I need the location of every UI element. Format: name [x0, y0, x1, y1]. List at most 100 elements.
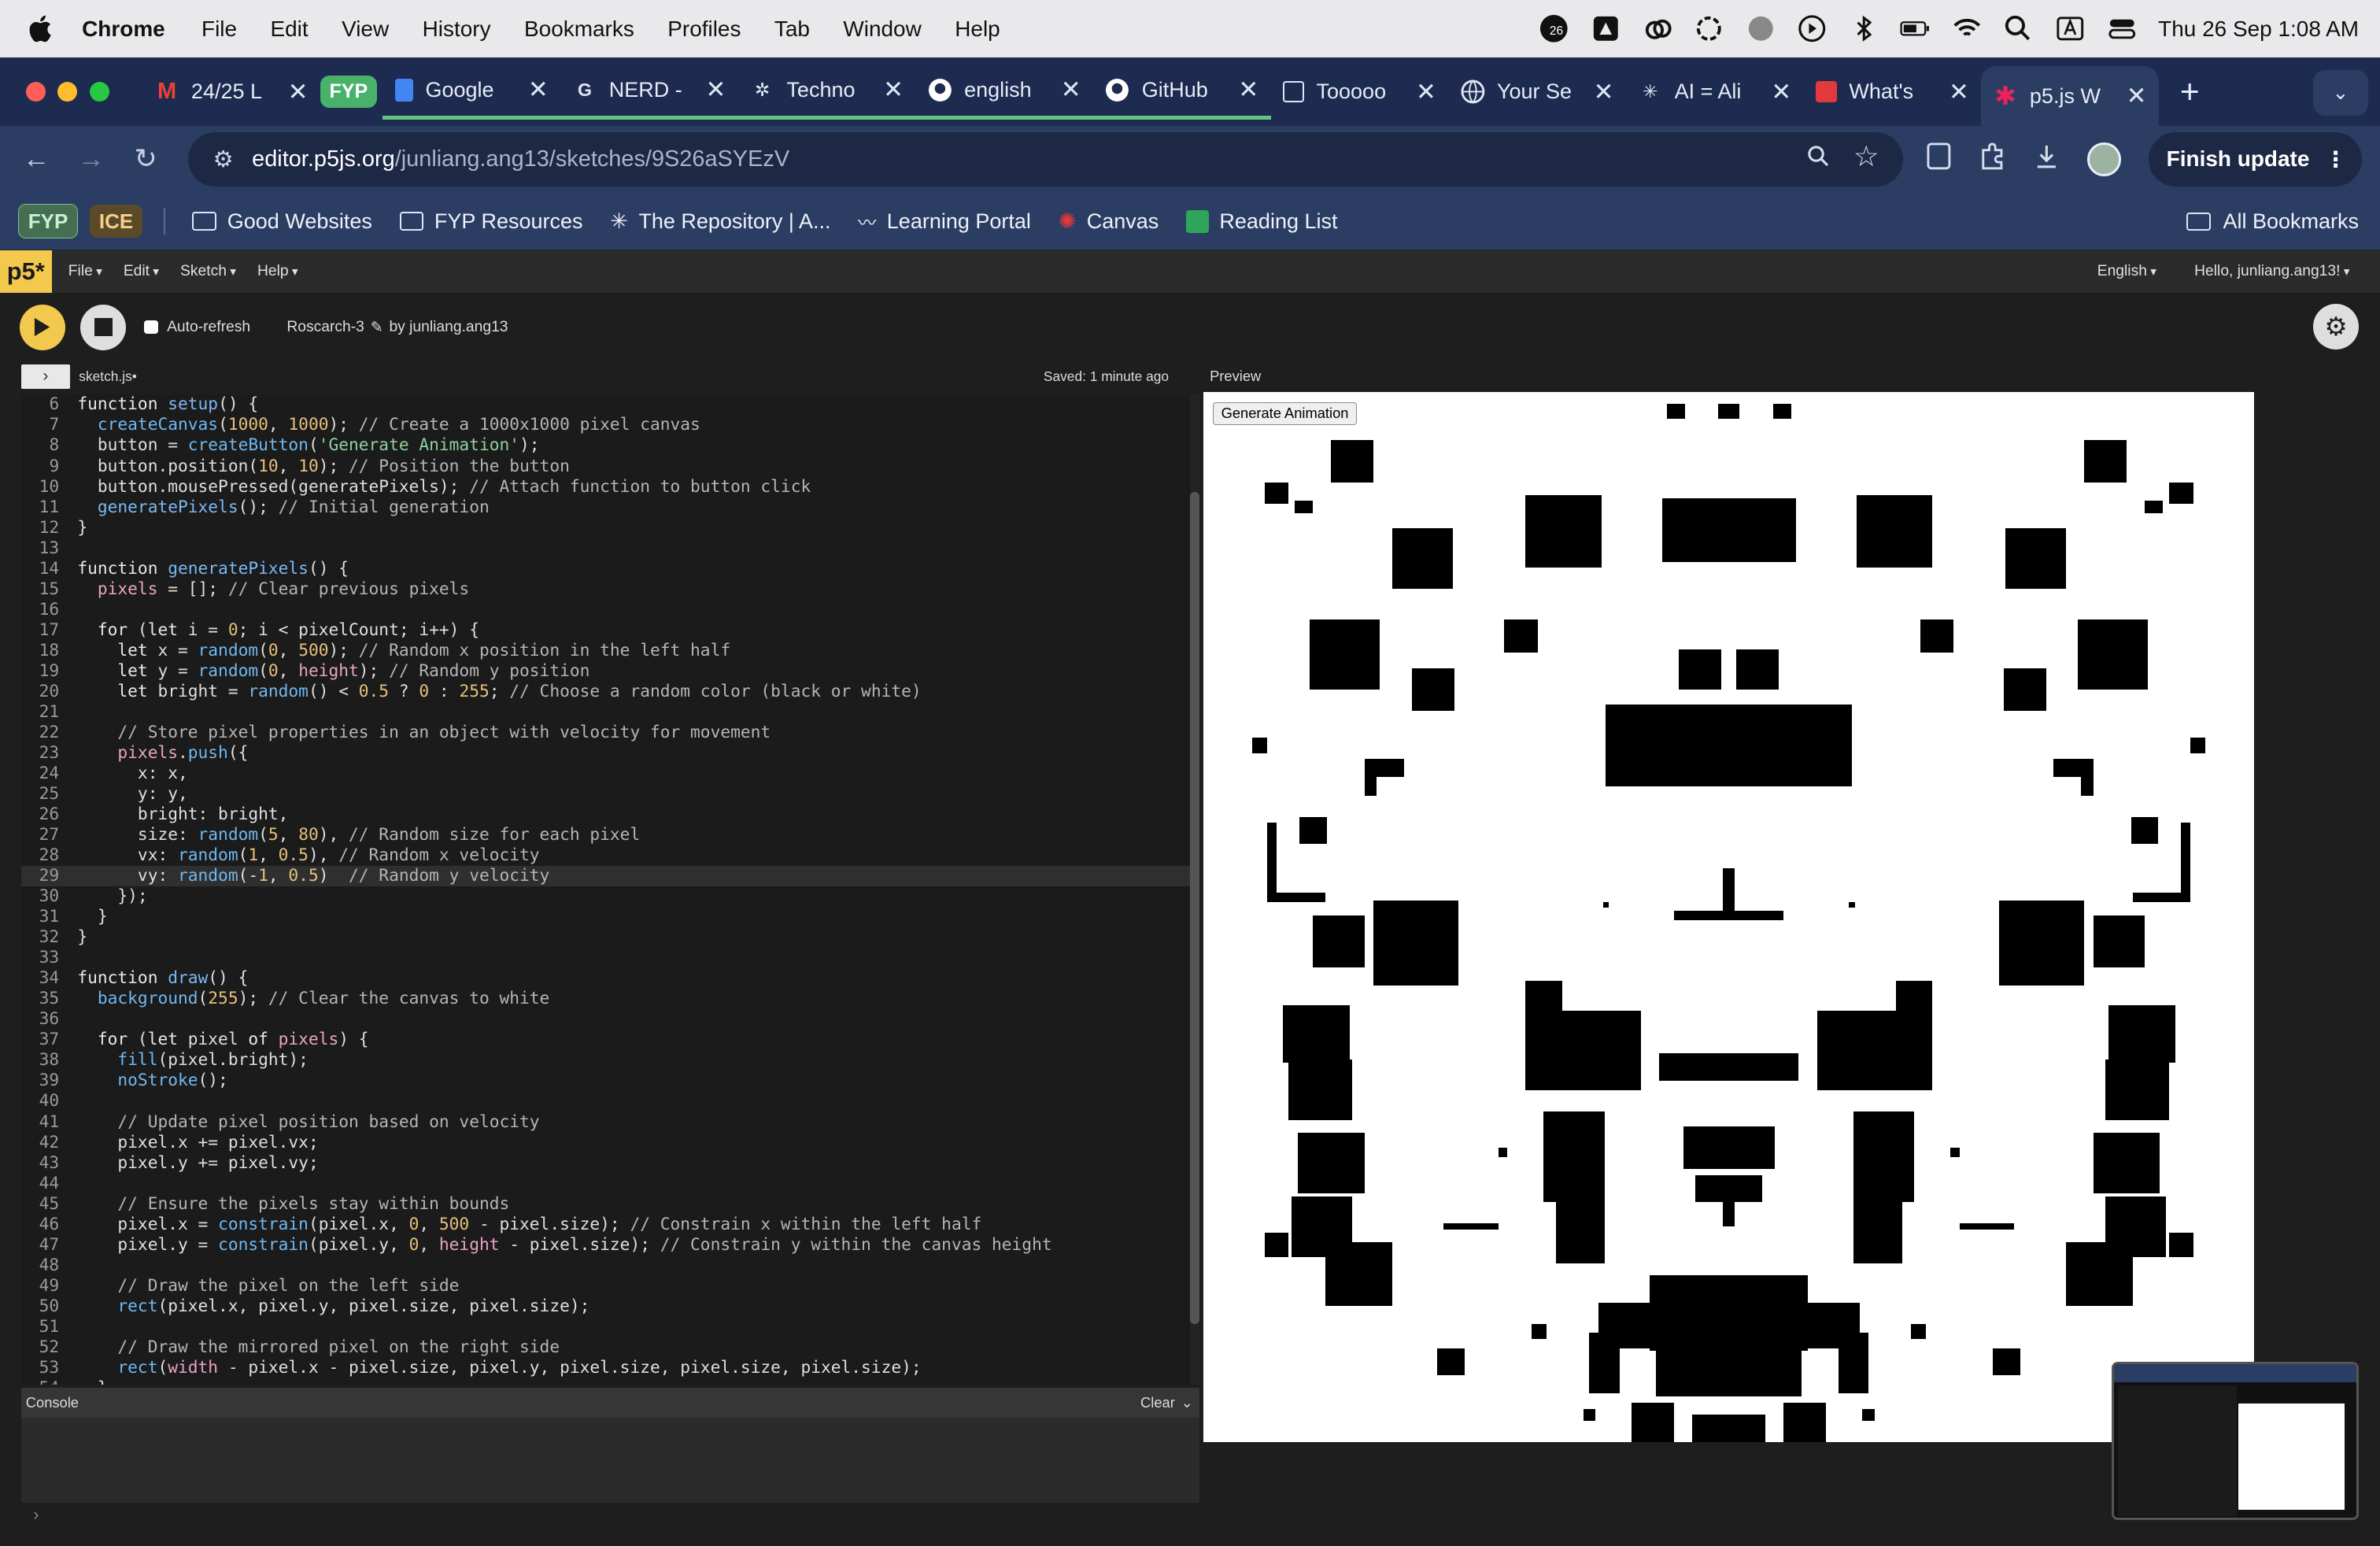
bookmark-repository[interactable]: ✳ The Repository | A... [610, 209, 830, 234]
settings-button[interactable]: ⚙ [2313, 303, 2360, 350]
preview-canvas[interactable]: Generate Animation [1203, 391, 2254, 1443]
code-line[interactable]: 14 function generatePixels() { [21, 559, 1199, 579]
reading-mode-icon[interactable] [1927, 142, 1951, 176]
code-line[interactable]: 12} [21, 518, 1199, 538]
code-line[interactable]: 38 fill(pixel.bright); [21, 1050, 1199, 1071]
play-circle-icon[interactable] [1797, 13, 1828, 44]
profile-avatar[interactable] [2087, 142, 2121, 176]
code-line[interactable]: 52 // Draw the mirrored pixel on the rig… [21, 1337, 1199, 1358]
code-line[interactable]: 11 generatePixels(); // Initial generati… [21, 497, 1199, 518]
reload-icon[interactable]: ↻ [118, 143, 172, 175]
screenshot-thumbnail[interactable] [2111, 1361, 2360, 1520]
new-tab-button[interactable]: + [2180, 73, 2200, 111]
search-icon[interactable] [2003, 13, 2034, 44]
globe-icon[interactable] [1746, 13, 1776, 44]
menu-help[interactable]: Help [955, 17, 1000, 42]
bookmark-group-fyp[interactable]: FYP [18, 203, 78, 239]
edit-name-icon[interactable]: ✎ [371, 318, 383, 337]
tab-search-button[interactable]: ⌄ [2313, 69, 2368, 116]
p5-menu-edit[interactable]: Edit [124, 263, 159, 280]
code-line[interactable]: 36 [21, 1009, 1199, 1030]
code-line[interactable]: 35 background(255); // Clear the canvas … [21, 989, 1199, 1009]
menu-file[interactable]: File [201, 17, 237, 42]
apple-icon[interactable] [28, 13, 55, 44]
code-editor[interactable]: 6 function setup() {7 createCanvas(1000, … [21, 394, 1199, 1385]
close-tab-icon[interactable]: ✕ [528, 76, 549, 104]
code-line[interactable]: 47 pixel.y = constrain(pixel.y, 0, heigh… [21, 1235, 1199, 1256]
finish-update-button[interactable]: Finish update ⋮ [2148, 131, 2362, 187]
p5-menu-file[interactable]: File [68, 263, 102, 280]
tab-tooooo[interactable]: Tooooo ✕ [1271, 66, 1449, 118]
console-clear-button[interactable]: Clear ⌄ [1140, 1394, 1193, 1411]
expand-sidebar-button[interactable]: › [21, 364, 70, 389]
code-line[interactable]: 45 // Ensure the pixels stay within boun… [21, 1194, 1199, 1215]
code-line[interactable]: 19 let y = random(0, height); // Random … [21, 661, 1199, 682]
code-line[interactable]: 54 } [21, 1378, 1199, 1385]
openai-icon[interactable] [1694, 13, 1724, 44]
minimize-window-button[interactable] [57, 82, 78, 102]
cloud-icon[interactable] [1643, 13, 1673, 44]
code-line[interactable]: 28 vx: random(1, 0.5), // Random x veloc… [21, 845, 1199, 866]
console-header[interactable]: Console Clear ⌄ [21, 1387, 1199, 1418]
code-line[interactable]: 7 createCanvas(1000, 1000); // Create a … [21, 415, 1199, 435]
code-line[interactable]: 24 x: x, [21, 764, 1199, 784]
bookmark-fyp-resources[interactable]: FYP Resources [399, 209, 583, 234]
tab-p5js-active[interactable]: ✱ p5.js W ✕ [1981, 65, 2159, 128]
code-line[interactable]: 27 size: random(5, 80), // Random size f… [21, 825, 1199, 845]
menu-view[interactable]: View [342, 17, 389, 42]
generate-animation-button[interactable]: Generate Animation [1212, 402, 1358, 425]
download-icon[interactable] [2033, 142, 2060, 176]
battery-icon[interactable] [1900, 13, 1931, 44]
tab-gmail[interactable]: M 24/25 L ✕ [142, 66, 320, 118]
code-line[interactable]: 8 button = createButton('Generate Animat… [21, 435, 1199, 456]
menu-profiles[interactable]: Profiles [667, 17, 741, 42]
close-window-button[interactable] [25, 82, 46, 102]
menu-bookmarks[interactable]: Bookmarks [524, 17, 634, 42]
auto-refresh-checkbox[interactable] [144, 320, 158, 335]
all-bookmarks[interactable]: All Bookmarks [2186, 193, 2359, 250]
code-line[interactable]: 41 // Update pixel position based on vel… [21, 1112, 1199, 1133]
code-line[interactable]: 34 function draw() { [21, 968, 1199, 989]
tab-github[interactable]: GitHub ✕ [1093, 64, 1271, 120]
sketch-name[interactable]: Roscarch-3 [286, 319, 364, 336]
code-line[interactable]: 30 }); [21, 886, 1199, 907]
control-center-icon[interactable] [2107, 13, 2138, 44]
tab-techno[interactable]: ✲ Techno ✕ [737, 64, 916, 120]
back-icon[interactable]: ← [9, 144, 64, 175]
sketch-owner[interactable]: by junliang.ang13 [389, 319, 508, 336]
code-line[interactable]: 25 y: y, [21, 784, 1199, 804]
more-menu-icon[interactable]: ⋮ [2325, 146, 2347, 172]
code-line[interactable]: 40 [21, 1091, 1199, 1111]
tab-whats[interactable]: What's ✕ [1804, 66, 1982, 118]
p5-logo[interactable]: p5* [0, 250, 52, 294]
code-line[interactable]: 17 for (let i = 0; i < pixelCount; i++) … [21, 620, 1199, 641]
code-line[interactable]: 16 [21, 600, 1199, 620]
code-line[interactable]: 22 // Store pixel properties in an objec… [21, 723, 1199, 743]
calendar-icon[interactable]: 26 [1539, 13, 1569, 44]
code-line[interactable]: 23 pixels.push({ [21, 743, 1199, 764]
close-tab-icon[interactable]: ✕ [2127, 82, 2147, 110]
code-line[interactable]: 20 let bright = random() < 0.5 ? 0 : 255… [21, 682, 1199, 702]
drive-icon[interactable] [1591, 13, 1621, 44]
editor-scroll-thumb[interactable] [1190, 491, 1199, 1324]
tab-english[interactable]: english ✕ [915, 64, 1094, 120]
tab-google-docs[interactable]: Google ✕ [382, 64, 561, 120]
code-line[interactable]: 37 for (let pixel of pixels) { [21, 1030, 1199, 1050]
bookmark-learning-portal[interactable]: 〰 Learning Portal [858, 208, 1031, 235]
code-line[interactable]: 31 } [21, 907, 1199, 927]
close-tab-icon[interactable]: ✕ [1061, 76, 1081, 104]
code-line[interactable]: 9 button.position(10, 10); // Position t… [21, 457, 1199, 477]
code-line[interactable]: 26 bright: bright, [21, 804, 1199, 825]
language-select[interactable]: English [2097, 263, 2156, 280]
close-tab-icon[interactable]: ✕ [1594, 78, 1614, 106]
close-tab-icon[interactable]: ✕ [288, 78, 309, 106]
site-info-icon[interactable]: ⚙ [203, 146, 242, 173]
wifi-icon[interactable] [1952, 13, 1983, 44]
code-line[interactable]: 6 function setup() { [21, 394, 1199, 415]
bluetooth-icon[interactable] [1849, 13, 1879, 44]
bookmark-canvas[interactable]: ✺ Canvas [1059, 209, 1159, 234]
bookmark-good-websites[interactable]: Good Websites [192, 209, 372, 234]
code-line[interactable]: 32} [21, 927, 1199, 948]
code-line[interactable]: 13 [21, 538, 1199, 559]
code-line[interactable]: 43 pixel.y += pixel.vy; [21, 1153, 1199, 1174]
